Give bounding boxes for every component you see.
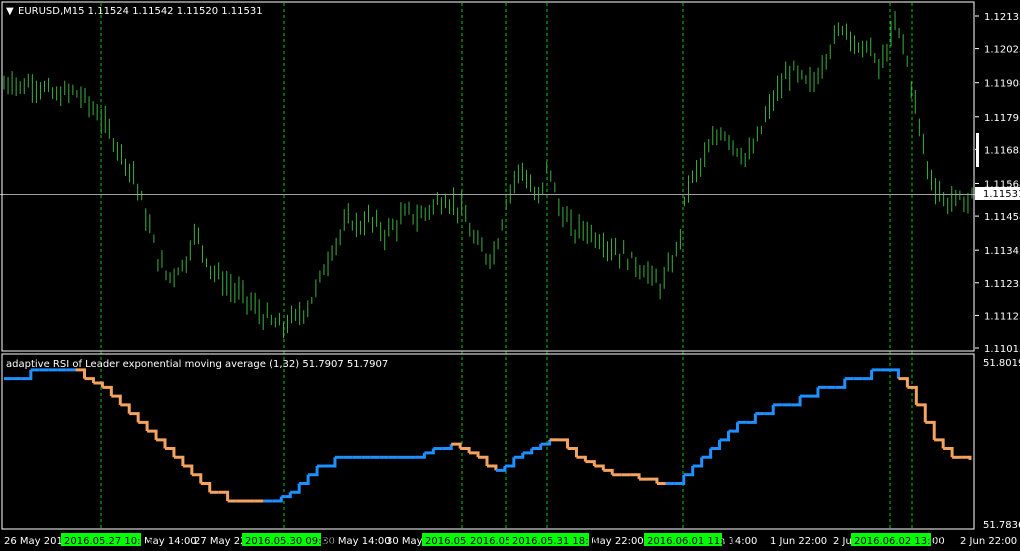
rsi-segment	[540, 439, 552, 446]
rsi-segment	[522, 448, 534, 455]
time-label: 2 Jun 22:00	[960, 536, 1017, 547]
indicator-axis-top: 51.8019	[983, 358, 1020, 369]
price-tick-label: 1.12023	[984, 45, 1020, 56]
rsi-segment	[308, 466, 319, 477]
rsi-segment	[75, 368, 86, 379]
price-axis[interactable]: 1.12133 1.12023 1.11908 1.11793 1.11683 1.115…	[975, 12, 1020, 355]
rsi-segment	[147, 429, 158, 440]
highlight-time-label: 2016.05.30 09:00	[245, 536, 334, 547]
price-tick-label: 1.11908	[984, 79, 1020, 90]
rsi-segment	[692, 457, 704, 468]
rsi-segment	[513, 452, 525, 459]
time-label: 26 May 2016	[4, 536, 69, 547]
rsi-segment	[585, 460, 596, 467]
rsi-segment	[603, 468, 614, 475]
rsi-segment	[630, 473, 641, 480]
rsi-segment	[272, 496, 283, 503]
rsi-segment	[576, 455, 587, 462]
rsi-segment	[138, 420, 149, 432]
rsi-segment	[442, 444, 453, 451]
rsi-segment	[916, 403, 927, 423]
rsi-segment	[102, 385, 113, 397]
rsi-segment	[156, 438, 167, 449]
rsi-segment	[943, 447, 954, 458]
rsi-segment	[531, 444, 543, 451]
rsi-segment	[683, 466, 695, 477]
time-label: 27 May 22:	[194, 536, 250, 547]
rsi-segment	[120, 403, 131, 414]
rsi-segment	[21, 369, 33, 381]
indicator-panel-frame	[1, 353, 975, 530]
rsi-segment	[898, 377, 909, 388]
rsi-segment	[415, 452, 426, 459]
rsi-segment	[701, 448, 713, 459]
rsi-segment	[218, 490, 230, 502]
rsi-segment	[934, 438, 945, 449]
price-tick-label: 1.11343	[984, 246, 1020, 257]
price-bars	[3, 11, 973, 339]
rsi-segment	[961, 455, 972, 460]
rsi-segment	[567, 447, 578, 458]
rsi-segment	[424, 448, 435, 455]
highlight-time-label: 2016.06.02 13:00	[854, 536, 943, 547]
time-axis[interactable]: 26 May 2016 May 14:00 27 May 22: 30 May …	[4, 533, 1017, 547]
rsi-segment	[594, 464, 605, 471]
rsi-segment	[791, 396, 802, 407]
highlight-time-label: 2016.05.27 10:15	[64, 536, 153, 547]
rsi-segment	[862, 369, 874, 381]
time-label: 1 Jun 22:00	[770, 536, 827, 547]
price-scroll-marker[interactable]	[976, 133, 979, 167]
price-tick-label: 1.11793	[984, 113, 1020, 124]
chart-menu-arrow-icon[interactable]: ▼	[6, 6, 14, 17]
price-tick-label: 1.11233	[984, 279, 1020, 290]
rsi-segment	[165, 447, 176, 458]
rsi-segment	[182, 464, 194, 475]
rsi-segment	[200, 482, 212, 493]
price-tick-label: 1.12133	[984, 12, 1020, 23]
price-tick-label: 1.11458	[984, 212, 1020, 223]
rsi-segment	[674, 474, 686, 486]
rsi-segment	[469, 451, 480, 458]
rsi-segment	[558, 438, 569, 449]
main-panel-frame	[1, 1, 975, 352]
rsi-segment	[835, 378, 847, 389]
indicator-header: adaptive RSI of Leader exponential movin…	[6, 359, 388, 370]
highlight-time-label: 2016.05.31 18:00	[512, 536, 601, 547]
rsi-segment	[478, 455, 489, 467]
price-tick-label: 1.11013	[984, 344, 1020, 355]
current-price-label: 1.11531	[983, 189, 1020, 200]
rsi-segment	[728, 422, 739, 433]
period-separators	[100, 3, 913, 529]
rsi-segment	[299, 474, 310, 486]
rsi-segment	[173, 455, 185, 467]
time-label: 30 May	[386, 536, 423, 547]
rsi-segment	[809, 387, 820, 398]
highlight-time-label: 2016.05.	[470, 536, 515, 547]
rsi-line	[4, 368, 972, 503]
rsi-segment	[290, 483, 301, 494]
rsi-segment	[129, 412, 140, 423]
rsi-segment	[764, 404, 775, 416]
rsi-segment	[84, 377, 95, 383]
rsi-segment	[925, 420, 936, 440]
rsi-segment	[710, 439, 722, 451]
price-tick-label: 1.11683	[984, 145, 1020, 156]
rsi-segment	[111, 394, 122, 405]
rsi-segment	[326, 457, 337, 468]
rsi-segment	[191, 473, 203, 484]
chart-window[interactable]: ▼ EURUSD,M15 1.11524 1.11542 1.11520 1.1…	[0, 0, 1020, 551]
highlight-time-label: 2016.06.01 11:00	[647, 536, 736, 547]
symbol-ohlc-header: EURUSD,M15 1.11524 1.11542 1.11520 1.115…	[18, 6, 263, 17]
rsi-segment	[719, 431, 730, 442]
rsi-segment	[93, 381, 104, 388]
rsi-segment	[648, 477, 659, 484]
rsi-segment	[889, 368, 900, 379]
rsi-segment	[281, 492, 292, 499]
rsi-segment	[746, 413, 757, 424]
indicator-axis-bottom: 51.7836	[983, 520, 1020, 531]
rsi-segment	[460, 447, 471, 453]
price-tick-label: 1.11123	[984, 311, 1020, 322]
rsi-segment	[487, 464, 498, 471]
price-chart[interactable]: ▼ EURUSD,M15 1.11524 1.11542 1.11520 1.1…	[0, 0, 1020, 551]
